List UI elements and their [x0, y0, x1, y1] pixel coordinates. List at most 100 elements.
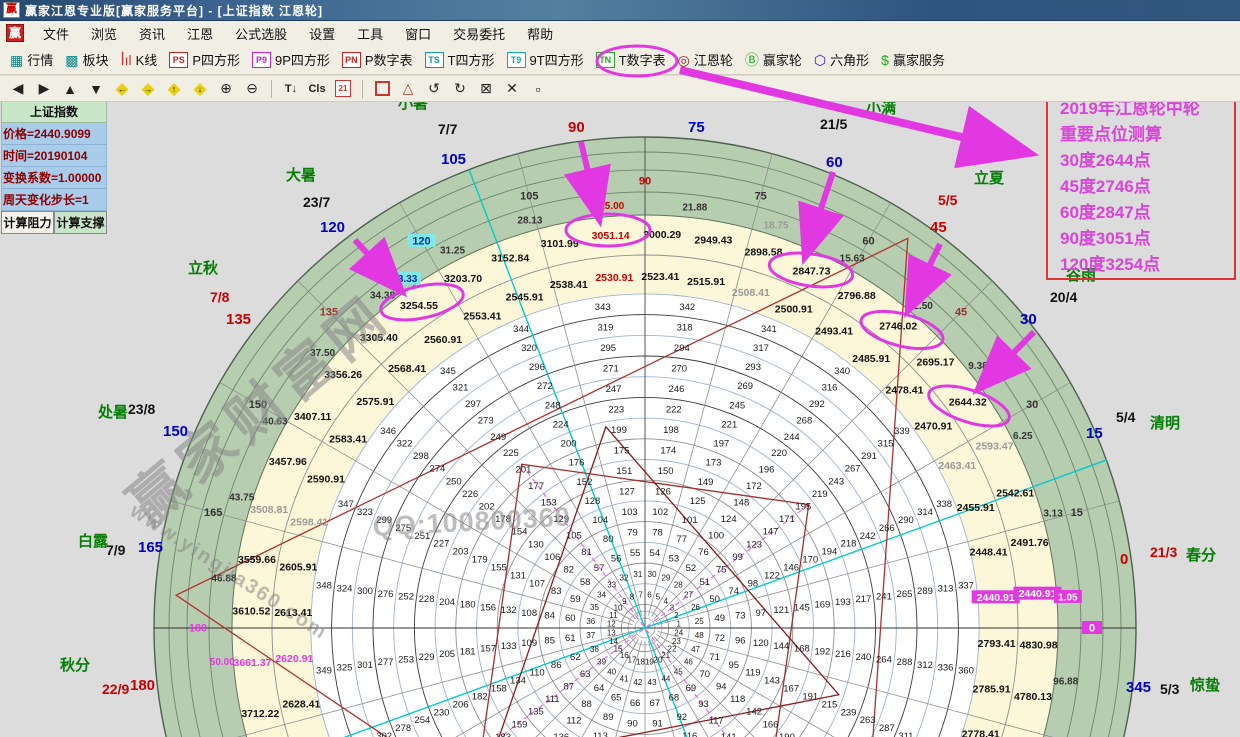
rotate-left-tri-icon[interactable]: ▲	[58, 78, 82, 99]
toolbar-button-行情[interactable]: ▦行情	[4, 48, 59, 71]
menu-item-8[interactable]: 窗口	[394, 22, 442, 45]
svg-text:338: 338	[936, 499, 952, 510]
menu-item-6[interactable]: 设置	[298, 22, 346, 45]
svg-text:2500.91: 2500.91	[775, 303, 813, 315]
svg-text:2493.41: 2493.41	[815, 326, 853, 338]
svg-text:127: 127	[619, 487, 635, 498]
svg-text:301: 301	[357, 660, 373, 671]
svg-text:60: 60	[862, 235, 874, 247]
svg-text:200: 200	[561, 439, 577, 450]
menu-item-10[interactable]: 帮助	[516, 22, 564, 45]
svg-text:89: 89	[603, 712, 614, 723]
box-x-icon[interactable]: ⊠	[474, 78, 498, 99]
svg-text:2485.91: 2485.91	[852, 353, 890, 365]
toolbar-button-P四方形[interactable]: PSP四方形	[163, 48, 246, 71]
svg-text:3: 3	[670, 603, 675, 612]
date-label-7/8: 7/8	[210, 289, 229, 305]
calc-support-button[interactable]: 计算支撑	[54, 211, 107, 234]
toolbar-button-T四方形[interactable]: TST四方形	[419, 48, 501, 71]
svg-text:24: 24	[674, 628, 683, 637]
svg-text:199: 199	[611, 425, 627, 436]
svg-text:176: 176	[569, 458, 585, 469]
svg-text:2448.41: 2448.41	[970, 546, 1008, 558]
cls-button[interactable]: Cls	[305, 78, 329, 99]
menu-item-2[interactable]: 浏览	[80, 22, 128, 45]
back-icon[interactable]: ◀	[6, 78, 30, 99]
svg-text:96: 96	[735, 636, 746, 647]
diamond-up-icon[interactable]: ◆↑	[162, 78, 186, 99]
svg-text:43.75: 43.75	[229, 492, 254, 503]
svg-text:76: 76	[698, 547, 709, 558]
svg-text:22: 22	[668, 645, 677, 654]
toolbar-button-P数字表[interactable]: PNP数字表	[336, 48, 419, 71]
svg-text:198: 198	[663, 425, 679, 436]
svg-text:123: 123	[746, 539, 762, 550]
menu-item-4[interactable]: 江恩	[176, 22, 224, 45]
solar-term-白露: 白露	[78, 530, 108, 551]
menu-item-5[interactable]: 公式选股	[224, 22, 298, 45]
toolbar-button-板块[interactable]: ▩板块	[59, 48, 114, 71]
blocks-icon: ▩	[65, 53, 78, 67]
svg-text:110: 110	[530, 668, 545, 679]
triangle-tool-icon[interactable]: △	[396, 78, 420, 99]
toolbar-button-9T四方形[interactable]: T99T四方形	[501, 48, 590, 71]
svg-text:318: 318	[677, 322, 693, 333]
toolbar-label: 六角形	[830, 50, 869, 69]
svg-text:74: 74	[728, 586, 739, 597]
menu-item-7[interactable]: 工具	[346, 22, 394, 45]
svg-text:2478.41: 2478.41	[886, 385, 924, 397]
svg-text:271: 271	[603, 364, 619, 375]
svg-text:2796.88: 2796.88	[838, 290, 876, 302]
forward-icon[interactable]: ▶	[32, 78, 56, 99]
diamond-down-icon[interactable]: ◆↓	[188, 78, 212, 99]
calendar-icon[interactable]: 21	[331, 78, 355, 99]
svg-text:124: 124	[721, 514, 737, 525]
svg-text:2746.02: 2746.02	[879, 321, 917, 333]
svg-text:7: 7	[638, 590, 643, 599]
toolbar-button-赢家轮[interactable]: Ⓑ赢家轮	[739, 48, 808, 71]
cross-icon[interactable]: ✕	[500, 78, 524, 99]
svg-text:175: 175	[614, 446, 630, 457]
cursor-tool-icon[interactable]: ▫	[526, 78, 550, 99]
toolbar-button-赢家服务[interactable]: $赢家服务	[875, 48, 951, 71]
toolbar-button-K线[interactable]: ꟾılK线	[115, 48, 164, 71]
svg-text:3559.66: 3559.66	[238, 554, 276, 566]
diamond-left-icon[interactable]: ◆←	[110, 78, 134, 99]
svg-text:242: 242	[860, 531, 876, 542]
svg-text:191: 191	[802, 691, 818, 702]
diamond-right-icon[interactable]: ◆→	[136, 78, 160, 99]
square-tool-icon[interactable]	[370, 78, 394, 99]
svg-text:269: 269	[737, 381, 753, 392]
svg-text:151: 151	[616, 466, 632, 477]
svg-text:27: 27	[684, 591, 693, 600]
panel-row-2: 时间=20190104	[1, 145, 107, 167]
toolbar-label: P数字表	[365, 50, 413, 69]
rotate-right-tri-icon[interactable]: ▼	[84, 78, 108, 99]
svg-text:57: 57	[594, 563, 605, 574]
zoom-out-icon[interactable]: ⊖	[240, 78, 264, 99]
svg-text:2605.91: 2605.91	[279, 561, 317, 573]
menu-item-3[interactable]: 资讯	[128, 22, 176, 45]
svg-text:12.50: 12.50	[908, 301, 933, 312]
svg-text:270: 270	[671, 364, 687, 375]
svg-text:254: 254	[414, 715, 430, 726]
calc-resistance-button[interactable]: 计算阻力	[1, 211, 54, 234]
date-label-22/9: 22/9	[102, 681, 129, 697]
svg-text:298: 298	[413, 451, 429, 462]
svg-text:319: 319	[598, 322, 614, 333]
toolbar-button-9P四方形[interactable]: P99P四方形	[246, 48, 336, 71]
menu-item-1[interactable]: 文件	[32, 22, 80, 45]
rotate-ccw-icon[interactable]: ↺	[422, 78, 446, 99]
svg-text:2530.91: 2530.91	[595, 272, 633, 284]
svg-text:49: 49	[714, 613, 725, 624]
svg-text:29: 29	[661, 573, 670, 582]
t-arrow-icon[interactable]: T↓	[279, 78, 303, 99]
zoom-in-icon[interactable]: ⊕	[214, 78, 238, 99]
toolbar-button-江恩轮[interactable]: ◎江恩轮	[672, 48, 739, 71]
menu-item-9[interactable]: 交易委托	[442, 22, 516, 45]
toolbar-button-T数字表[interactable]: TNT数字表	[590, 48, 672, 71]
rotate-cw-icon[interactable]: ↻	[448, 78, 472, 99]
toolbar-button-六角形[interactable]: ⬡六角形	[808, 48, 875, 71]
svg-text:2508.41: 2508.41	[732, 287, 770, 299]
svg-text:121: 121	[773, 605, 789, 616]
